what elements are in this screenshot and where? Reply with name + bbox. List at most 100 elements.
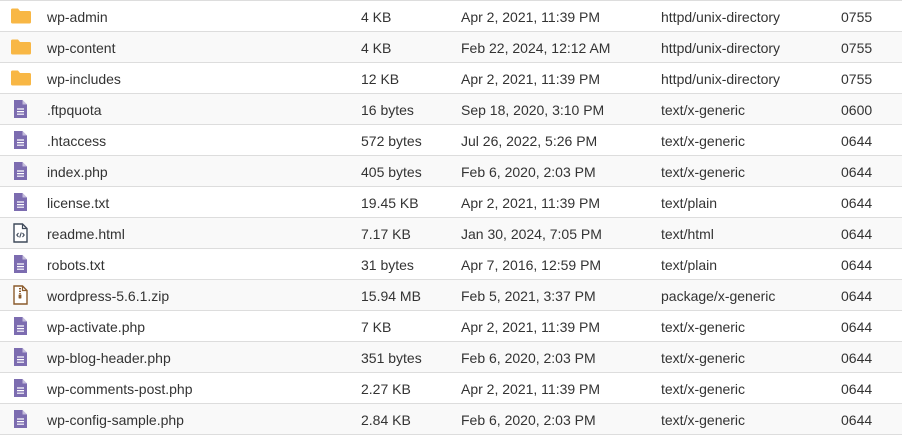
file-modified: Apr 2, 2021, 11:39 PM [461,9,601,25]
file-permissions[interactable]: 0644 [841,412,872,428]
file-type: httpd/unix-directory [661,71,781,87]
file-text-icon [10,316,32,336]
file-modified: Feb 6, 2020, 2:03 PM [461,164,596,180]
file-row-3[interactable]: .ftpquota 16 bytes Sep 18, 2020, 3:10 PM… [0,94,902,125]
file-permissions[interactable]: 0644 [841,381,872,397]
file-size: 31 bytes [361,257,414,273]
file-name[interactable]: wp-content [47,40,115,56]
file-permissions[interactable]: 0644 [841,195,872,211]
folder-icon [10,6,32,26]
file-name[interactable]: wp-comments-post.php [47,381,193,397]
file-permissions[interactable]: 0644 [841,257,872,273]
file-row-9[interactable]: wordpress-5.6.1.zip 15.94 MB Feb 5, 2021… [0,280,902,311]
file-row-7[interactable]: readme.html 7.17 KB Jan 30, 2024, 7:05 P… [0,218,902,249]
file-text-icon [10,378,32,398]
file-size: 16 bytes [361,102,414,118]
file-name[interactable]: wp-activate.php [47,319,145,335]
file-row-11[interactable]: wp-blog-header.php 351 bytes Feb 6, 2020… [0,342,902,373]
file-name[interactable]: license.txt [47,195,109,211]
file-type: text/x-generic [661,133,746,149]
file-size: 7 KB [361,319,392,335]
file-name[interactable]: .ftpquota [47,102,102,118]
file-type: text/x-generic [661,381,746,397]
file-permissions[interactable]: 0644 [841,164,872,180]
file-permissions[interactable]: 0644 [841,350,872,366]
file-row-4[interactable]: .htaccess 572 bytes Jul 26, 2022, 5:26 P… [0,125,902,156]
file-zip-icon [10,285,32,305]
file-name[interactable]: wp-includes [47,71,121,87]
file-modified: Jul 26, 2022, 5:26 PM [461,133,598,149]
file-type: package/x-generic [661,288,776,304]
file-modified: Feb 22, 2024, 12:12 AM [461,40,611,56]
file-permissions[interactable]: 0755 [841,40,872,56]
file-type: httpd/unix-directory [661,9,781,25]
file-size: 405 bytes [361,164,422,180]
file-code-icon [10,223,32,243]
file-row-12[interactable]: wp-comments-post.php 2.27 KB Apr 2, 2021… [0,373,902,404]
file-size: 4 KB [361,40,392,56]
file-permissions[interactable]: 0755 [841,9,872,25]
file-modified: Apr 7, 2016, 12:59 PM [461,257,602,273]
file-row-5[interactable]: index.php 405 bytes Feb 6, 2020, 2:03 PM… [0,156,902,187]
file-size: 572 bytes [361,133,422,149]
file-text-icon [10,99,32,119]
file-type: text/x-generic [661,350,746,366]
file-list-body: wp-admin 4 KB Apr 2, 2021, 11:39 PM http… [0,1,902,435]
file-row-8[interactable]: robots.txt 31 bytes Apr 7, 2016, 12:59 P… [0,249,902,280]
file-size: 15.94 MB [361,288,421,304]
file-text-icon [10,347,32,367]
file-type: text/plain [661,257,718,273]
folder-icon [10,37,32,57]
folder-icon [10,68,32,88]
file-permissions[interactable]: 0644 [841,226,872,242]
file-modified: Feb 5, 2021, 3:37 PM [461,288,596,304]
file-type: text/x-generic [661,164,746,180]
file-name[interactable]: wordpress-5.6.1.zip [47,288,169,304]
file-row-1[interactable]: wp-content 4 KB Feb 22, 2024, 12:12 AM h… [0,32,902,63]
file-size: 351 bytes [361,350,422,366]
file-type: httpd/unix-directory [661,40,781,56]
file-type: text/plain [661,195,718,211]
file-modified: Apr 2, 2021, 11:39 PM [461,319,601,335]
file-type: text/x-generic [661,319,746,335]
file-modified: Sep 18, 2020, 3:10 PM [461,102,605,118]
file-name[interactable]: index.php [47,164,108,180]
file-permissions[interactable]: 0644 [841,133,872,149]
file-size: 2.84 KB [361,412,411,428]
file-row-6[interactable]: license.txt 19.45 KB Apr 2, 2021, 11:39 … [0,187,902,218]
file-name[interactable]: robots.txt [47,257,105,273]
file-row-2[interactable]: wp-includes 12 KB Apr 2, 2021, 11:39 PM … [0,63,902,94]
file-permissions[interactable]: 0644 [841,319,872,335]
file-permissions[interactable]: 0644 [841,288,872,304]
file-name[interactable]: wp-config-sample.php [47,412,184,428]
file-permissions[interactable]: 0600 [841,102,872,118]
file-size: 19.45 KB [361,195,419,211]
file-name[interactable]: wp-blog-header.php [47,350,171,366]
file-name[interactable]: wp-admin [47,9,108,25]
file-modified: Apr 2, 2021, 11:39 PM [461,381,601,397]
file-type: text/x-generic [661,412,746,428]
file-name[interactable]: .htaccess [47,133,106,149]
file-list-table: wp-admin 4 KB Apr 2, 2021, 11:39 PM http… [0,0,902,435]
file-row-10[interactable]: wp-activate.php 7 KB Apr 2, 2021, 11:39 … [0,311,902,342]
file-size: 12 KB [361,71,400,87]
file-size: 2.27 KB [361,381,411,397]
file-text-icon [10,130,32,150]
file-name[interactable]: readme.html [47,226,125,242]
file-row-13[interactable]: wp-config-sample.php 2.84 KB Feb 6, 2020… [0,404,902,435]
file-text-icon [10,409,32,429]
file-type: text/x-generic [661,102,746,118]
file-text-icon [10,254,32,274]
file-size: 7.17 KB [361,226,411,242]
file-modified: Apr 2, 2021, 11:39 PM [461,195,601,211]
file-text-icon [10,161,32,181]
file-permissions[interactable]: 0755 [841,71,872,87]
file-modified: Jan 30, 2024, 7:05 PM [461,226,602,242]
file-size: 4 KB [361,9,392,25]
file-text-icon [10,192,32,212]
file-type: text/html [661,226,714,242]
file-modified: Feb 6, 2020, 2:03 PM [461,350,596,366]
file-modified: Apr 2, 2021, 11:39 PM [461,71,601,87]
file-modified: Feb 6, 2020, 2:03 PM [461,412,596,428]
file-row-0[interactable]: wp-admin 4 KB Apr 2, 2021, 11:39 PM http… [0,1,902,32]
